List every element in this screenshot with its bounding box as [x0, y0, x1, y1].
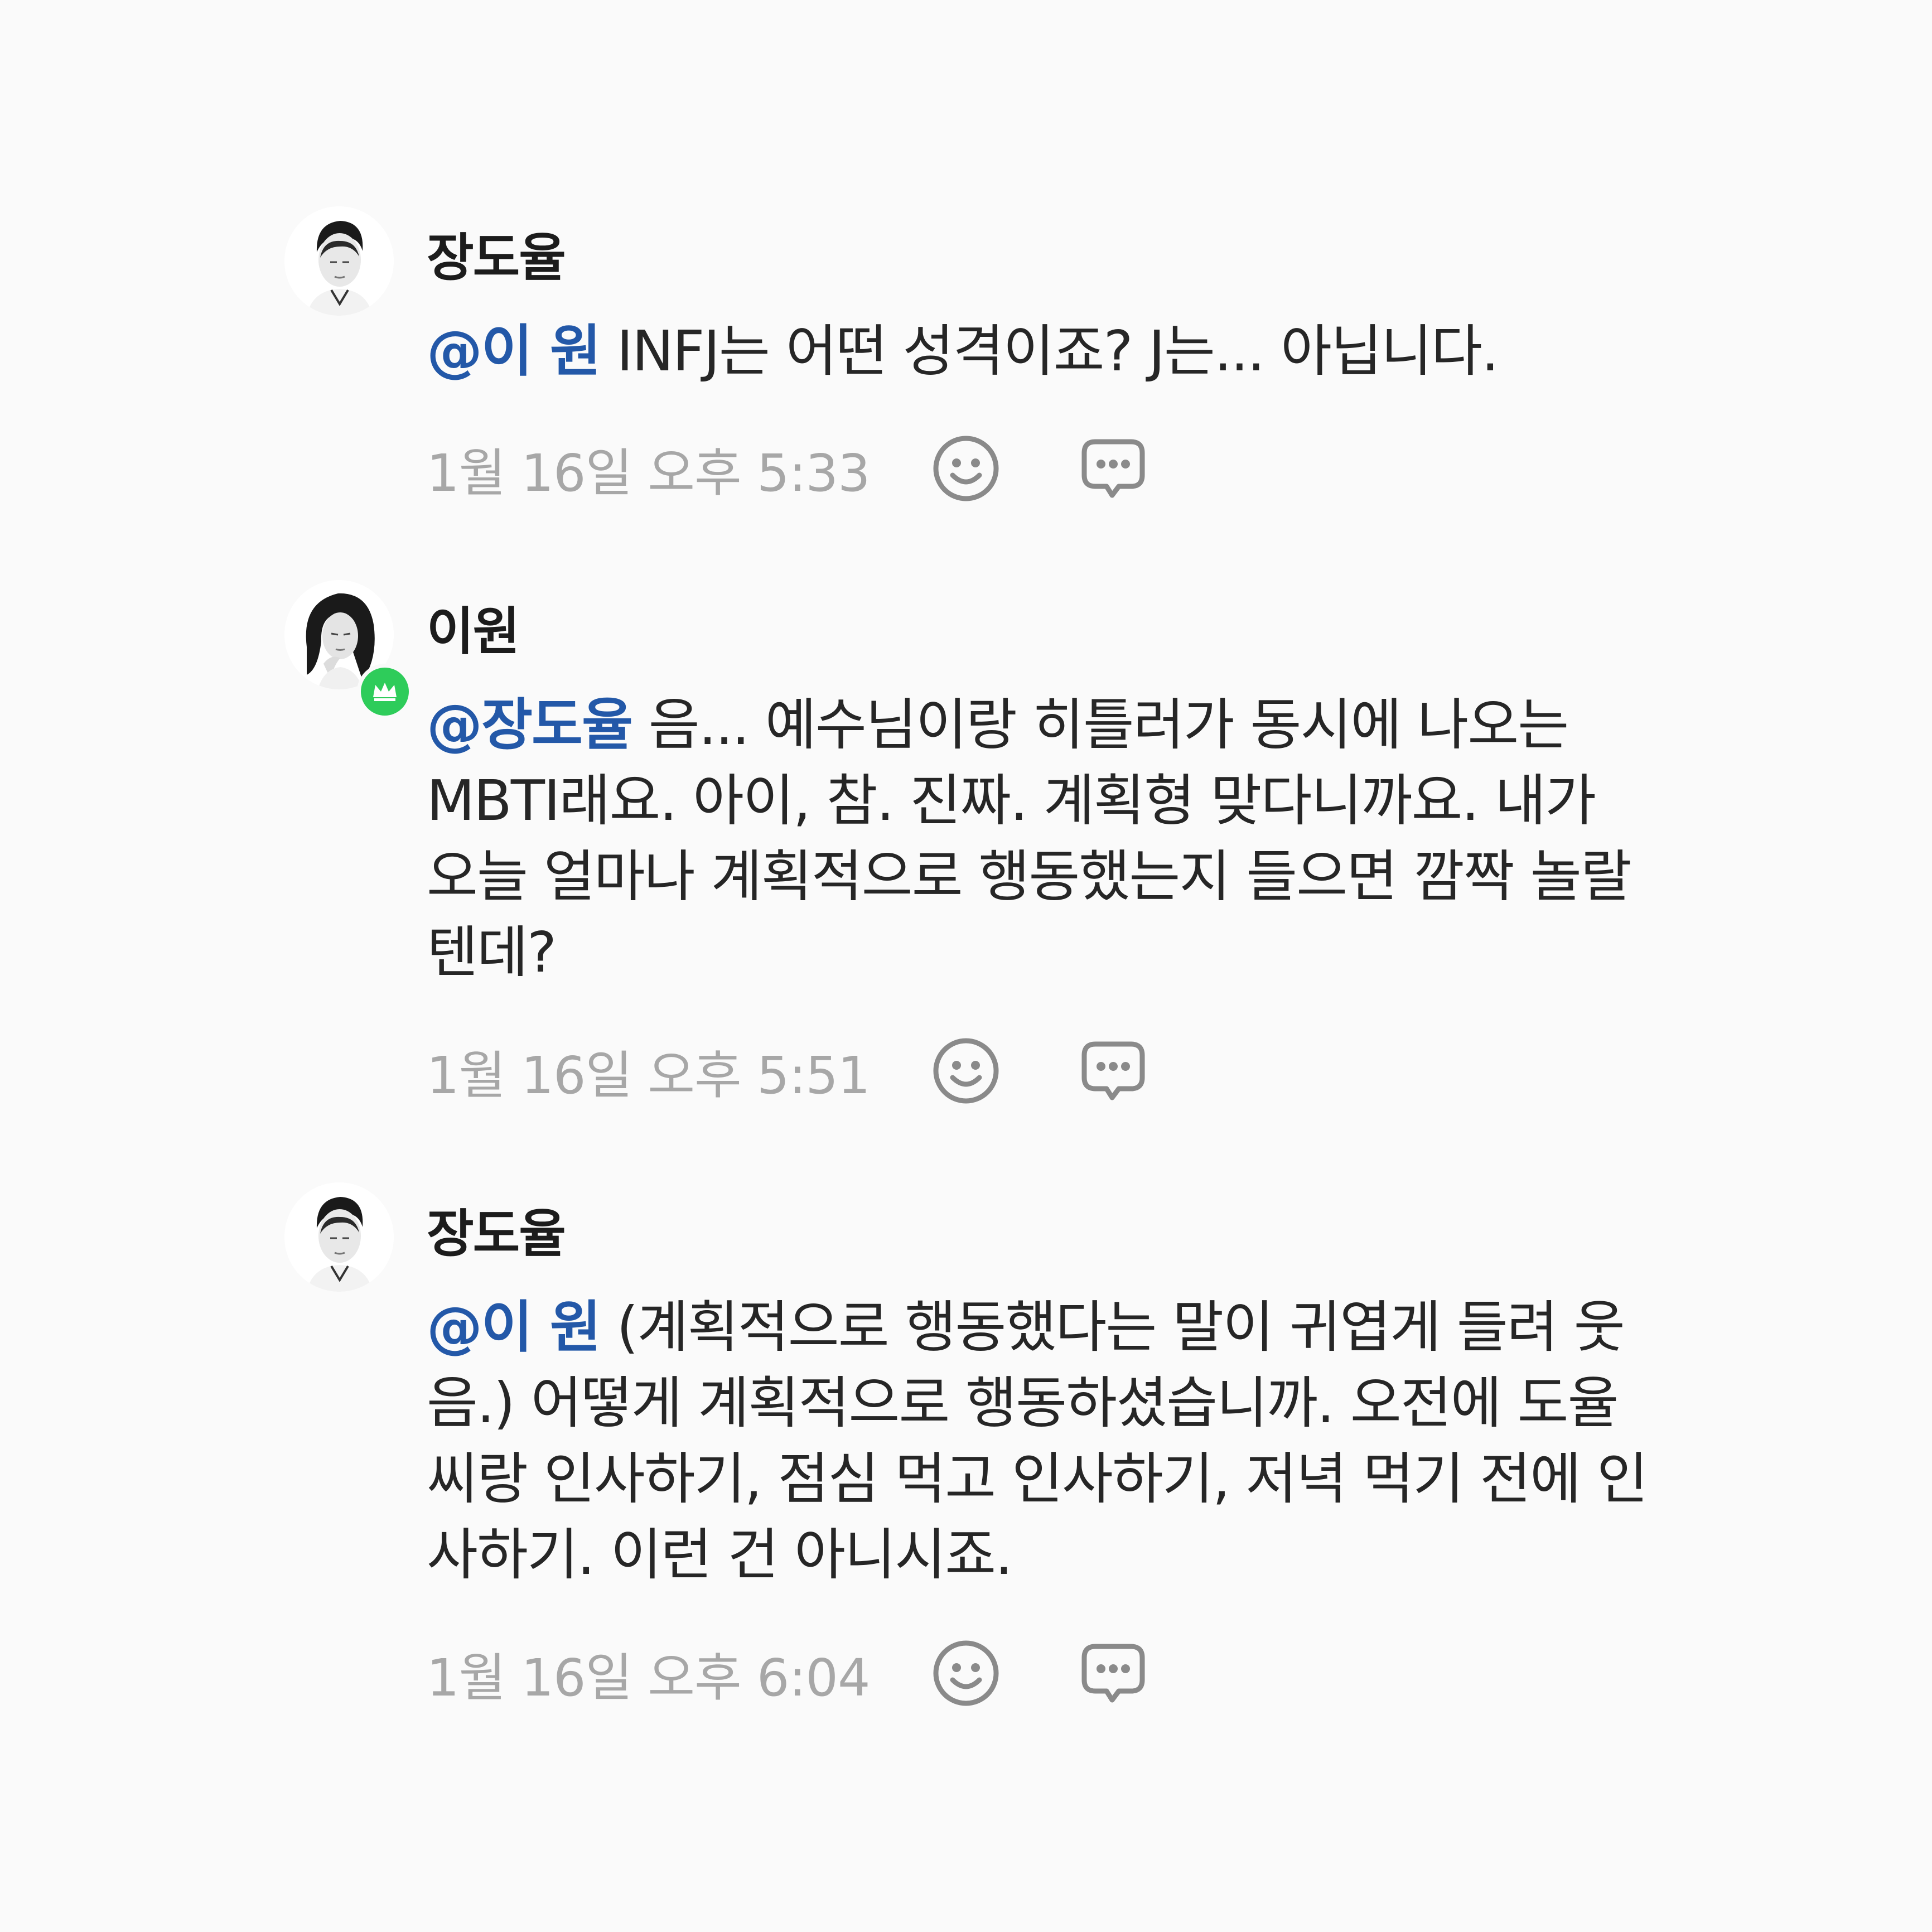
reply-button[interactable] — [1079, 1036, 1148, 1105]
smiley-face-icon — [933, 436, 998, 501]
timestamp: 1월 16일 오후 5:51 — [427, 1045, 870, 1105]
smiley-face-icon — [933, 1640, 998, 1706]
comment-meta: 1월 16일 오후 5:51 — [427, 1035, 1148, 1107]
speech-bubble-dots-icon — [1081, 439, 1144, 498]
mention-link[interactable]: @이 원 — [427, 318, 601, 384]
comment-text: (계획적으로 행동했다는 말이 귀엽게 들려 웃음.) 어떻게 계획적으로 행동… — [427, 1295, 1648, 1587]
comment-text: INFJ는 어떤 성격이죠? J는... 아닙니다. — [600, 318, 1499, 384]
smiley-face-icon — [933, 1038, 998, 1104]
mention-link[interactable]: @이 원 — [427, 1295, 601, 1360]
timestamp: 1월 16일 오후 6:04 — [427, 1648, 870, 1708]
comment-body: @이 원 INFJ는 어떤 성격이죠? J는... 아닙니다. — [427, 313, 1654, 389]
avatar[interactable] — [284, 206, 394, 316]
comment-author: 장도율 — [427, 228, 566, 288]
comment-body: @장도율 음... 예수님이랑 히틀러가 동시에 나오는 MBTI래요. 아이,… — [427, 687, 1654, 991]
comment-author: 장도율 — [427, 1204, 566, 1264]
reaction-button[interactable] — [931, 434, 1001, 503]
avatar[interactable] — [284, 1182, 394, 1292]
crown-icon — [373, 683, 397, 701]
timestamp: 1월 16일 오후 5:33 — [427, 443, 870, 503]
speech-bubble-dots-icon — [1081, 1041, 1144, 1100]
avatar[interactable] — [284, 580, 413, 719]
comment-body: @이 원 (계획적으로 행동했다는 말이 귀엽게 들려 웃음.) 어떻게 계획적… — [427, 1289, 1654, 1593]
speech-bubble-dots-icon — [1081, 1644, 1144, 1703]
reaction-button[interactable] — [931, 1036, 1001, 1105]
reply-button[interactable] — [1079, 1639, 1148, 1708]
comment-meta: 1월 16일 오후 6:04 — [427, 1637, 1148, 1709]
comment-meta: 1월 16일 오후 5:33 — [427, 432, 1148, 505]
male-portrait-avatar-icon — [284, 1182, 394, 1292]
reply-button[interactable] — [1079, 434, 1148, 503]
comment-author: 이원 — [427, 602, 520, 661]
crown-badge — [357, 664, 413, 719]
mention-link[interactable]: @장도율 — [427, 692, 633, 757]
reaction-button[interactable] — [931, 1639, 1001, 1708]
male-portrait-avatar-icon — [284, 206, 394, 316]
